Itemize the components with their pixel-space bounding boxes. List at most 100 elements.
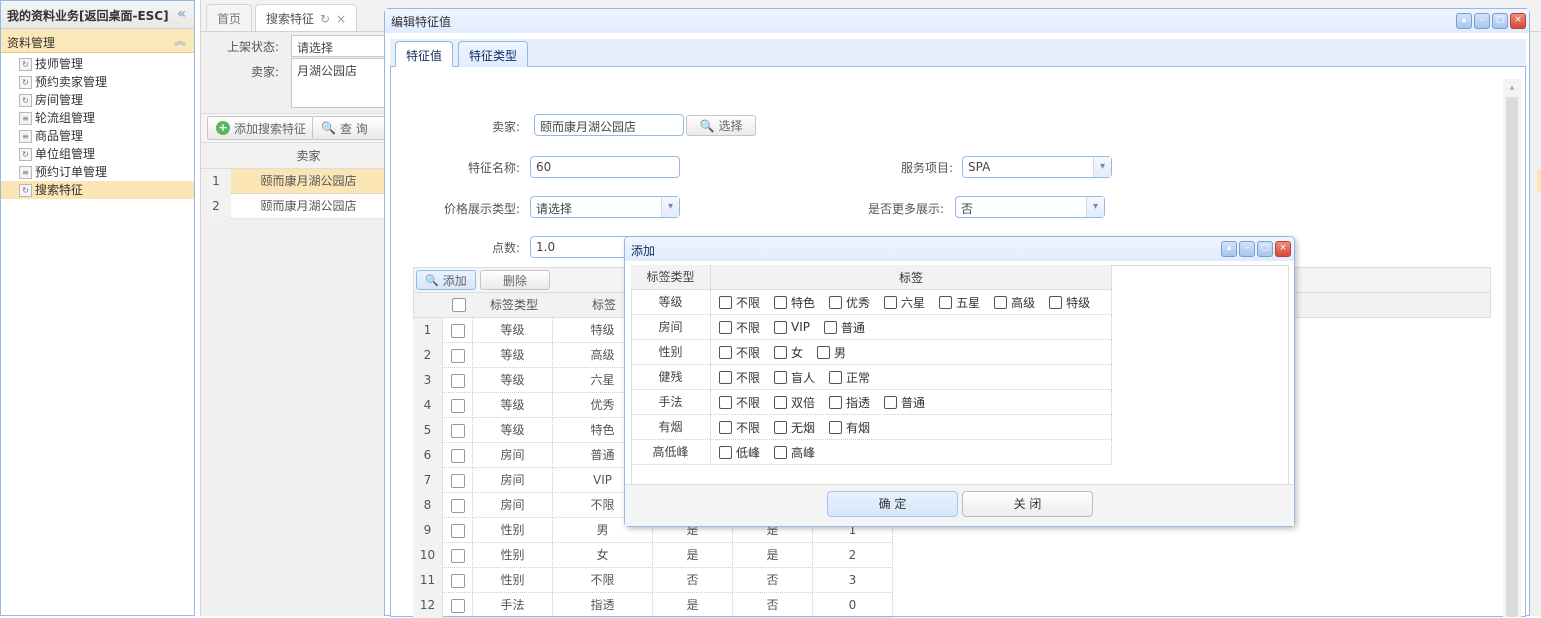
tag-checkbox[interactable] (994, 295, 1008, 309)
query-button[interactable]: 🔍 查 询 (312, 116, 392, 140)
table-row[interactable]: 1 颐而康月湖公园店 (201, 169, 386, 194)
minimize-icon[interactable]: – (1239, 241, 1255, 257)
tag-option[interactable]: 高峰 (774, 444, 815, 461)
sidebar-title[interactable]: 我的资料业务[返回桌面-ESC] (7, 9, 169, 23)
delete-button[interactable]: 删除 (480, 270, 550, 290)
scroll-thumb[interactable] (1506, 97, 1518, 617)
tag-checkbox[interactable] (884, 295, 898, 309)
close-button[interactable]: 关 闭 (962, 491, 1093, 517)
tag-checkbox[interactable] (774, 295, 788, 309)
table-row[interactable]: 11 性别 不限否否 3 (413, 568, 893, 593)
maximize-icon[interactable]: ▢ (1492, 13, 1508, 29)
tag-option[interactable]: 无烟 (774, 419, 815, 436)
tag-checkbox[interactable] (939, 295, 953, 309)
tag-checkbox[interactable] (719, 295, 732, 309)
tag-option[interactable]: 女 (774, 344, 803, 361)
collapse-left-icon[interactable]: « (177, 6, 186, 22)
tag-checkbox[interactable] (774, 345, 788, 359)
tag-checkbox[interactable] (774, 420, 788, 434)
row-checkbox[interactable] (443, 318, 473, 343)
tag-checkbox[interactable] (774, 445, 788, 459)
chevron-down-icon[interactable]: ▾ (1086, 197, 1104, 217)
tag-checkbox[interactable] (719, 445, 732, 459)
collapse-up-icon[interactable]: ︽ (174, 32, 186, 49)
table-row[interactable]: 12 手法 指透是否 0 (413, 593, 893, 618)
tag-option[interactable]: 盲人 (774, 369, 815, 386)
tag-checkbox[interactable] (817, 345, 831, 359)
select-seller-button[interactable]: 🔍 选择 (686, 115, 756, 136)
tag-option[interactable]: 低峰 (719, 444, 760, 461)
price-type-select[interactable]: 请选择 ▾ (530, 196, 680, 218)
tag-checkbox[interactable] (884, 395, 898, 409)
scrollbar[interactable]: ▴ (1503, 79, 1521, 617)
tag-option[interactable]: 六星 (884, 294, 925, 311)
sidebar-item-unit-group[interactable]: ↻ 单位组管理 (1, 145, 194, 163)
tag-checkbox[interactable] (829, 395, 843, 409)
tag-option[interactable]: 特色 (774, 294, 815, 311)
tag-option[interactable]: 不限 (719, 394, 760, 411)
tab-feature-type[interactable]: 特征类型 (458, 41, 529, 67)
row-checkbox[interactable] (443, 443, 473, 468)
table-row[interactable]: 10 性别女是是 2 (413, 543, 893, 568)
row-checkbox[interactable] (443, 418, 473, 443)
chevron-down-icon[interactable]: ▾ (661, 197, 679, 217)
tag-checkbox[interactable] (719, 345, 732, 359)
tag-option[interactable]: 不限 (719, 419, 760, 436)
tag-option[interactable]: 男 (817, 344, 846, 361)
tag-option[interactable]: 不限 (719, 344, 760, 361)
scroll-up-icon[interactable]: ▴ (1506, 83, 1518, 97)
sidebar-item-search-feature[interactable]: ↻ 搜索特征 (1, 181, 194, 199)
tag-option[interactable]: 特级 (1049, 294, 1090, 311)
close-icon[interactable]: × (336, 12, 346, 26)
accordion-header[interactable]: 资料管理 ︽ (1, 29, 194, 53)
maximize-icon[interactable]: ▢ (1257, 241, 1273, 257)
sidebar-item-rotation-group[interactable]: ≡ 轮流组管理 (1, 109, 194, 127)
tag-option[interactable]: 正常 (829, 369, 870, 386)
close-icon[interactable]: × (1510, 13, 1526, 29)
tab-feature-value[interactable]: 特征值 (395, 41, 454, 67)
row-checkbox[interactable] (443, 493, 473, 518)
tag-option[interactable]: 指透 (829, 394, 870, 411)
chevron-down-icon[interactable]: ▾ (1093, 157, 1111, 177)
row-checkbox[interactable] (443, 593, 473, 618)
refresh-icon[interactable]: ↻ (320, 12, 330, 26)
sidebar-item-booking-order[interactable]: ≡ 预约订单管理 (1, 163, 194, 181)
tag-checkbox[interactable] (774, 395, 788, 409)
tag-checkbox[interactable] (774, 320, 788, 334)
tag-option[interactable]: 优秀 (829, 294, 870, 311)
sidebar-item-technician[interactable]: ↻ 技师管理 (1, 55, 194, 73)
tag-option[interactable]: 不限 (719, 294, 760, 311)
select-all-checkbox[interactable] (452, 298, 466, 315)
row-checkbox[interactable] (443, 468, 473, 493)
add-search-feature-button[interactable]: + 添加搜索特征 (207, 116, 316, 140)
minimize-icon[interactable]: – (1474, 13, 1490, 29)
tag-option[interactable]: 有烟 (829, 419, 870, 436)
tag-option[interactable]: VIP (774, 320, 810, 334)
tag-checkbox[interactable] (1049, 295, 1063, 309)
service-select[interactable]: SPA ▾ (962, 156, 1112, 178)
row-checkbox[interactable] (443, 568, 473, 593)
tag-option[interactable]: 普通 (824, 319, 865, 336)
tag-checkbox[interactable] (774, 370, 788, 384)
collapse-icon[interactable]: ▴ (1456, 13, 1472, 29)
tag-checkbox[interactable] (719, 395, 732, 409)
close-icon[interactable]: × (1275, 241, 1291, 257)
tag-option[interactable]: 普通 (884, 394, 925, 411)
sidebar-item-goods[interactable]: ≡ 商品管理 (1, 127, 194, 145)
collapse-icon[interactable]: ▴ (1221, 241, 1237, 257)
row-checkbox[interactable] (443, 343, 473, 368)
tag-checkbox[interactable] (824, 320, 837, 334)
sidebar-item-booking-seller[interactable]: ↻ 预约卖家管理 (1, 73, 194, 91)
tag-checkbox[interactable] (719, 370, 732, 384)
tag-option[interactable]: 双倍 (774, 394, 815, 411)
confirm-button[interactable]: 确 定 (827, 491, 958, 517)
status-select[interactable]: 请选择 (291, 35, 391, 57)
row-checkbox[interactable] (443, 368, 473, 393)
more-display-select[interactable]: 否 ▾ (955, 196, 1105, 218)
tag-checkbox[interactable] (829, 370, 843, 384)
tag-option[interactable]: 五星 (939, 294, 980, 311)
row-checkbox[interactable] (443, 393, 473, 418)
tag-checkbox[interactable] (719, 320, 732, 334)
tab-home[interactable]: 首页 (206, 4, 253, 31)
tag-option[interactable]: 高级 (994, 294, 1035, 311)
